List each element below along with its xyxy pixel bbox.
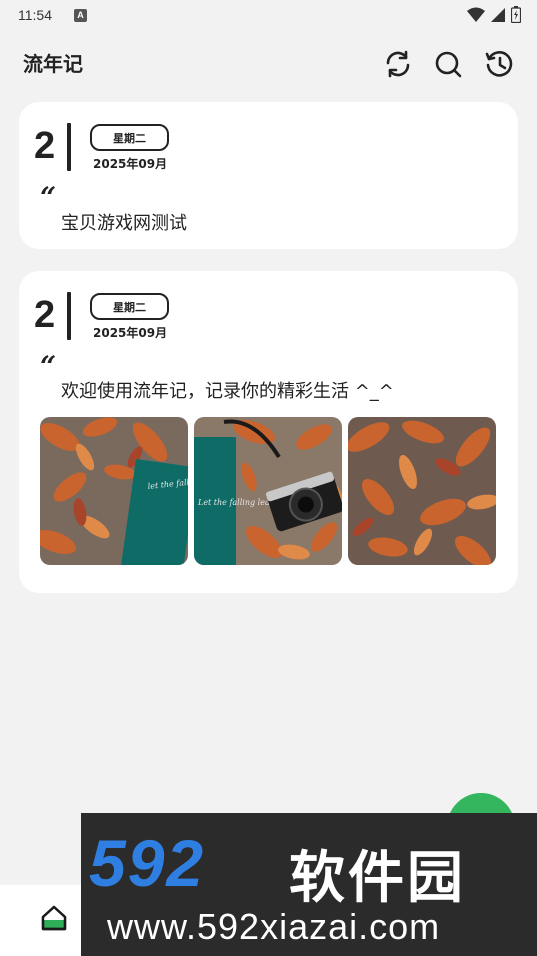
entry-card[interactable]: 2 星期二 2025年09月 “ 宝贝游戏网测试: [19, 102, 518, 249]
entry-photo[interactable]: let the falling: [40, 417, 188, 565]
home-icon: [39, 903, 69, 937]
status-bar: 11:54 A: [0, 0, 537, 30]
entry-text: 欢迎使用流年记，记录你的精彩生活 ^_^: [61, 381, 394, 402]
entry-month: 2025年09月: [93, 157, 168, 171]
status-icons: [467, 6, 522, 27]
day-divider: [67, 292, 71, 340]
entry-month: 2025年09月: [93, 326, 168, 340]
entry-text: 宝贝游戏网测试: [61, 213, 187, 234]
watermark-name: 软件园: [289, 846, 466, 911]
quote-icon: “: [40, 181, 57, 214]
wifi-icon: [467, 7, 485, 27]
history-icon: [484, 49, 514, 83]
battery-icon: [510, 6, 522, 27]
entry-photo[interactable]: Let the falling leaves: [194, 417, 342, 565]
watermark-url: www.592xiazai.com: [107, 906, 441, 947]
app-title: 流年记: [23, 52, 83, 76]
history-button[interactable]: [483, 50, 515, 82]
quote-icon: “: [40, 350, 57, 383]
watermark-banner: 592 软件园 www.592xiazai.com: [81, 813, 537, 956]
refresh-button[interactable]: [382, 50, 414, 82]
entry-card[interactable]: 2 星期二 2025年09月 “ 欢迎使用流年记，记录你的精彩生活 ^_^ le…: [19, 271, 518, 593]
day-divider: [67, 123, 71, 171]
search-icon: [433, 49, 463, 83]
entry-day: 2: [34, 294, 56, 336]
nav-home-button[interactable]: [37, 903, 71, 937]
signal-icon: [490, 7, 506, 27]
search-button[interactable]: [432, 50, 464, 82]
app-header: 流年记: [0, 38, 537, 94]
notification-badge: A: [74, 9, 87, 22]
entry-day: 2: [34, 125, 56, 167]
entry-weekday: 星期二: [90, 124, 169, 151]
entry-photo[interactable]: [348, 417, 496, 565]
status-time: 11:54: [18, 7, 52, 23]
photo-grid: let the falling Let the falling leaves: [40, 417, 496, 565]
entry-weekday: 星期二: [90, 293, 169, 320]
refresh-icon: [383, 49, 413, 83]
watermark-number: 592: [89, 826, 206, 900]
